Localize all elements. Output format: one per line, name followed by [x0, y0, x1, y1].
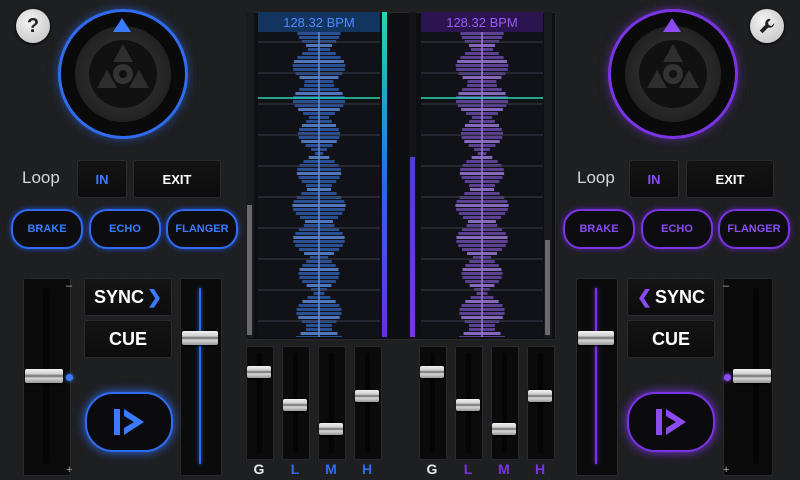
deck-a-cue-button[interactable]: CUE — [84, 320, 172, 358]
eq-label-M: M — [498, 461, 510, 477]
eq-label-G: G — [253, 461, 265, 477]
eq-slider-track — [246, 346, 274, 460]
deck-b-waveform-graphic — [421, 12, 543, 337]
deck-a-sync-button[interactable]: SYNC ❯ — [84, 278, 172, 316]
deck-b-volume-fader-handle[interactable] — [578, 331, 614, 346]
play-pause-icon — [656, 409, 686, 435]
pitch-center-dot — [724, 374, 731, 381]
eq-slot — [329, 353, 334, 453]
pitch-minus-label: – — [723, 280, 730, 292]
deck-a-volume-track — [180, 278, 222, 476]
pitch-plus-label: + — [723, 464, 730, 476]
eq-label-M: M — [325, 461, 337, 477]
eq-label-L: L — [463, 461, 473, 477]
eq-label-L: L — [290, 461, 300, 477]
deck-b-fx-brake-button[interactable]: BRAKE — [563, 209, 635, 249]
volume-line — [199, 288, 201, 464]
eq-slider-handle-H[interactable] — [355, 389, 379, 402]
deck-a-play-indicator-icon — [113, 18, 131, 32]
deck-b-loop-in-button[interactable]: IN — [629, 160, 679, 198]
record-adapter-icon — [639, 40, 707, 108]
deck-a-jog-wheel[interactable] — [61, 12, 185, 136]
eq-slider-handle-M[interactable] — [319, 422, 343, 435]
deck-a-play-button[interactable] — [85, 392, 173, 452]
sync-label: SYNC — [655, 286, 706, 307]
deck-b-bpm-display: 128.32 BPM — [421, 12, 543, 32]
deck-b-jog-wheel[interactable] — [611, 12, 735, 136]
deck-a-volume-fader-handle[interactable] — [182, 331, 218, 346]
deck-b-loop-exit-button[interactable]: EXIT — [686, 160, 774, 198]
deck-a-level-meter — [381, 12, 388, 337]
eq-slider-handle-G[interactable] — [247, 366, 271, 379]
deck-a-level-fill — [382, 12, 387, 337]
eq-slider-track — [318, 346, 346, 460]
deck-b-level-fill — [410, 157, 415, 337]
eq-slider-handle-G[interactable] — [420, 366, 444, 379]
eq-slider-handle-L[interactable] — [456, 399, 480, 411]
deck-b-sync-button[interactable]: ❮ SYNC — [627, 278, 715, 316]
play-pause-icon — [114, 409, 144, 435]
deck-b-fx-flanger-button[interactable]: FLANGER — [718, 209, 790, 249]
deck-b-cue-button[interactable]: CUE — [627, 320, 715, 358]
deck-a-waveform[interactable] — [258, 12, 380, 337]
deck-b-fx-echo-button[interactable]: ECHO — [641, 209, 713, 249]
deck-b-loop-label: Loop — [577, 168, 615, 187]
help-button[interactable]: ? — [16, 9, 50, 43]
deck-b-waveform[interactable] — [421, 12, 543, 337]
settings-button[interactable] — [750, 9, 784, 43]
eq-slot — [502, 353, 507, 453]
deck-a-loop-exit-button[interactable]: EXIT — [133, 160, 221, 198]
eq-slider-track — [419, 346, 447, 460]
deck-a-bpm-display: 128.32 BPM — [258, 12, 380, 32]
deck-b-scroll-thumb[interactable] — [545, 240, 550, 335]
eq-slider-track — [354, 346, 382, 460]
eq-slider-handle-H[interactable] — [528, 389, 552, 402]
deck-a-fx-flanger-button[interactable]: FLANGER — [166, 209, 238, 249]
eq-slider-handle-L[interactable] — [283, 399, 307, 411]
deck-a-loop-in-button[interactable]: IN — [77, 160, 127, 198]
deck-b-level-meter — [409, 12, 416, 337]
deck-b-volume-track — [576, 278, 618, 476]
eq-slot — [538, 353, 543, 453]
pitch-center-dot — [66, 374, 73, 381]
eq-slider-track — [491, 346, 519, 460]
eq-slider-handle-M[interactable] — [492, 422, 516, 435]
record-adapter-icon — [89, 40, 157, 108]
deck-a-fx-brake-button[interactable]: BRAKE — [11, 209, 83, 249]
deck-a-pitch-fader-handle[interactable] — [25, 369, 63, 383]
chevron-right-icon: ❯ — [146, 286, 163, 307]
eq-slot — [365, 353, 370, 453]
pitch-minus-label: – — [66, 280, 73, 292]
deck-a-scroll-thumb[interactable] — [247, 205, 252, 335]
volume-line — [595, 288, 597, 464]
pitch-plus-label: + — [66, 464, 73, 476]
deck-b-play-indicator-icon — [663, 18, 681, 32]
deck-a-waveform-graphic — [258, 12, 380, 337]
chevron-left-icon: ❮ — [636, 286, 653, 307]
eq-label-G: G — [426, 461, 438, 477]
eq-label-H: H — [361, 461, 373, 477]
deck-a-loop-label: Loop — [22, 168, 60, 187]
eq-label-H: H — [534, 461, 546, 477]
eq-slider-track — [527, 346, 555, 460]
sync-label: SYNC — [93, 286, 144, 307]
wrench-icon — [759, 18, 775, 34]
deck-b-play-button[interactable] — [627, 392, 715, 452]
deck-b-pitch-fader-handle[interactable] — [733, 369, 771, 383]
deck-a-fx-echo-button[interactable]: ECHO — [89, 209, 161, 249]
